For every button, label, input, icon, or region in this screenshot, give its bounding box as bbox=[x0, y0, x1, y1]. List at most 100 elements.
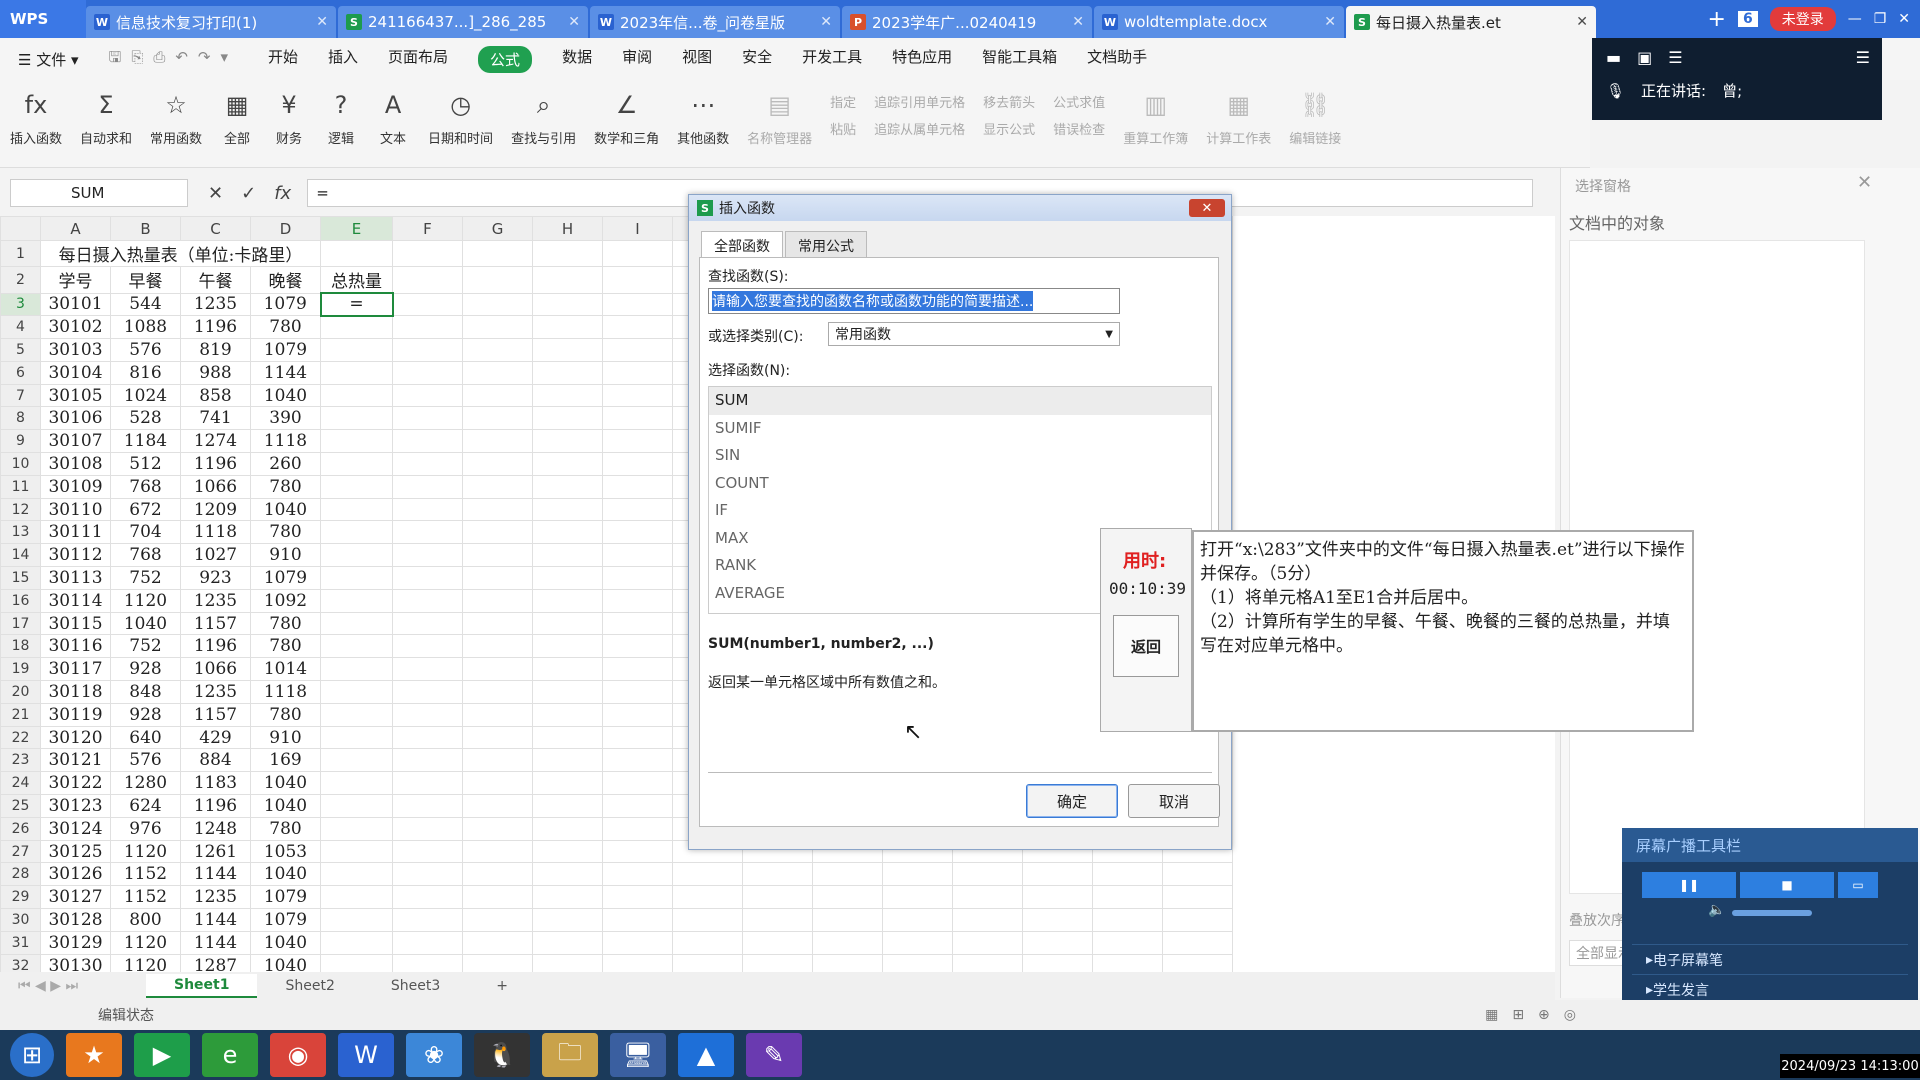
cell[interactable]: 30124 bbox=[40, 816, 111, 841]
cell[interactable]: 30110 bbox=[40, 497, 111, 522]
cell[interactable] bbox=[392, 474, 463, 499]
cell[interactable] bbox=[320, 794, 393, 818]
cell[interactable]: 910 bbox=[250, 543, 321, 568]
sheet-tab[interactable]: Sheet2 bbox=[257, 975, 362, 997]
menu-item[interactable]: 数据 bbox=[562, 46, 592, 73]
cell[interactable]: 1024 bbox=[110, 383, 181, 408]
cell[interactable] bbox=[812, 862, 883, 887]
cell[interactable]: 429 bbox=[180, 725, 251, 750]
cell[interactable] bbox=[392, 588, 463, 613]
cell[interactable] bbox=[392, 657, 463, 682]
cell[interactable] bbox=[602, 315, 673, 340]
cell[interactable] bbox=[320, 360, 393, 385]
cell[interactable] bbox=[532, 611, 603, 636]
cell[interactable]: 576 bbox=[110, 748, 181, 773]
cell[interactable] bbox=[392, 771, 463, 796]
row-header[interactable]: 15 bbox=[0, 566, 41, 590]
column-header[interactable]: H bbox=[532, 216, 603, 241]
cell[interactable] bbox=[392, 885, 463, 910]
cell[interactable] bbox=[602, 771, 673, 796]
cell[interactable] bbox=[462, 240, 533, 267]
cell[interactable] bbox=[462, 885, 533, 910]
document-tab[interactable]: Wwoldtemplate.docx ✕ bbox=[1094, 6, 1344, 38]
cell[interactable] bbox=[462, 588, 533, 613]
active-cell[interactable]: = bbox=[319, 292, 394, 317]
row-header[interactable]: 8 bbox=[0, 406, 41, 431]
cell[interactable]: 30115 bbox=[40, 611, 111, 636]
pane-close-icon[interactable]: ✕ bbox=[1857, 172, 1872, 193]
dialog-close-button[interactable]: ✕ bbox=[1189, 199, 1225, 217]
cell[interactable]: 1120 bbox=[110, 839, 181, 864]
column-header[interactable]: F bbox=[392, 216, 463, 241]
cell[interactable] bbox=[602, 383, 673, 408]
cell[interactable] bbox=[392, 566, 463, 590]
cell[interactable]: 752 bbox=[110, 634, 181, 659]
cell[interactable]: 1235 bbox=[180, 292, 251, 317]
ie-browser-icon[interactable]: e bbox=[202, 1033, 258, 1077]
close-icon[interactable]: ✕ bbox=[316, 14, 328, 30]
category-select[interactable]: 常用函数 ▼ bbox=[828, 322, 1120, 346]
add-sheet-button[interactable]: + bbox=[468, 975, 536, 997]
cell[interactable] bbox=[392, 634, 463, 659]
cell[interactable] bbox=[320, 702, 393, 727]
cell[interactable]: 169 bbox=[250, 748, 321, 773]
cell[interactable] bbox=[602, 292, 673, 317]
cell[interactable] bbox=[602, 497, 673, 522]
cell[interactable]: 1118 bbox=[180, 520, 251, 545]
cell[interactable] bbox=[602, 680, 673, 704]
cell[interactable]: 390 bbox=[250, 406, 321, 431]
cell[interactable]: 1120 bbox=[110, 588, 181, 613]
cell[interactable] bbox=[672, 930, 743, 955]
close-icon[interactable]: ✕ bbox=[1072, 14, 1084, 30]
cell[interactable] bbox=[602, 748, 673, 773]
cell[interactable] bbox=[320, 429, 393, 454]
cell[interactable]: 30113 bbox=[40, 566, 111, 590]
close-icon[interactable]: ✕ bbox=[568, 14, 580, 30]
cell[interactable] bbox=[602, 360, 673, 385]
row-header[interactable]: 22 bbox=[0, 725, 41, 750]
cell[interactable] bbox=[462, 657, 533, 682]
cell[interactable]: 780 bbox=[250, 816, 321, 841]
cell[interactable] bbox=[532, 429, 603, 454]
cell[interactable]: 928 bbox=[110, 702, 181, 727]
cell[interactable] bbox=[882, 885, 953, 910]
cell[interactable]: 1157 bbox=[180, 702, 251, 727]
ok-button[interactable]: 确定 bbox=[1026, 784, 1118, 818]
function-list-item[interactable]: SUM bbox=[709, 387, 1211, 415]
cell[interactable]: 800 bbox=[110, 908, 181, 932]
cell[interactable] bbox=[812, 953, 883, 972]
cell[interactable] bbox=[320, 816, 393, 841]
cell[interactable]: 30117 bbox=[40, 657, 111, 682]
cell[interactable] bbox=[320, 634, 393, 659]
cell[interactable] bbox=[320, 566, 393, 590]
cell[interactable]: 988 bbox=[180, 360, 251, 385]
ribbon-button[interactable]: ☆ 常用函数 bbox=[150, 88, 202, 147]
window-mode-icon[interactable]: ▭ bbox=[1838, 872, 1878, 898]
cell[interactable] bbox=[320, 657, 393, 682]
function-search-input[interactable]: 请输入您要查找的函数名称或函数功能的简要描述... bbox=[708, 288, 1120, 314]
cell[interactable]: 1027 bbox=[180, 543, 251, 568]
cell[interactable] bbox=[532, 383, 603, 408]
cell[interactable] bbox=[1092, 953, 1163, 972]
cell[interactable] bbox=[392, 908, 463, 932]
cell[interactable]: 640 bbox=[110, 725, 181, 750]
cancel-formula-icon[interactable]: ✕ bbox=[208, 183, 223, 204]
cell[interactable] bbox=[320, 240, 393, 267]
menu-item[interactable]: 页面布局 bbox=[388, 46, 448, 73]
cell[interactable]: 576 bbox=[110, 338, 181, 362]
cell[interactable]: 780 bbox=[250, 315, 321, 340]
cell[interactable] bbox=[952, 930, 1023, 955]
cell[interactable] bbox=[882, 930, 953, 955]
cell[interactable] bbox=[462, 474, 533, 499]
row-header[interactable]: 32 bbox=[0, 953, 41, 972]
cell[interactable]: 672 bbox=[110, 497, 181, 522]
cell[interactable]: 30130 bbox=[40, 953, 111, 972]
cell[interactable] bbox=[392, 794, 463, 818]
header-cell[interactable]: 总热量 bbox=[320, 266, 393, 294]
cell[interactable] bbox=[532, 315, 603, 340]
remove-arrows-button[interactable]: 移去箭头 bbox=[983, 92, 1035, 111]
cell[interactable] bbox=[462, 862, 533, 887]
cell[interactable] bbox=[532, 862, 603, 887]
cell[interactable] bbox=[882, 953, 953, 972]
cell[interactable] bbox=[532, 725, 603, 750]
